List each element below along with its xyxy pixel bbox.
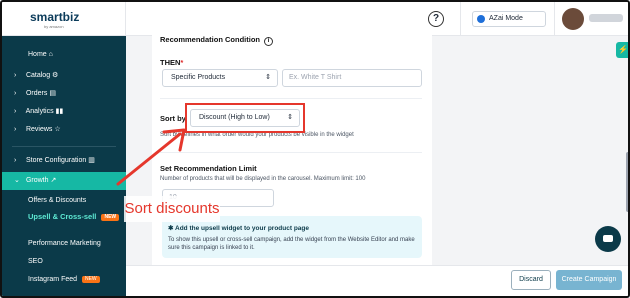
- info-title: ✱ Add the upsell widget to your product …: [168, 224, 309, 232]
- sort-highlight-box: [185, 103, 305, 133]
- scrollbar[interactable]: [626, 152, 628, 212]
- then-label: THEN*: [160, 58, 183, 67]
- sidebar-item-reviews[interactable]: › Reviews ☆: [2, 121, 126, 139]
- then-label-text: THEN: [160, 58, 181, 67]
- app-window: smartbiz by amazon ? AZai Mode Home ⌂ › …: [0, 0, 630, 298]
- sidebar-item-label: Store Configuration: [25, 157, 87, 164]
- sidebar-item-upsell-cross-sell[interactable]: Upsell & Cross-sell NEW: [2, 210, 126, 232]
- brand-logo[interactable]: smartbiz by amazon: [30, 10, 80, 29]
- sidebar-item-home[interactable]: Home ⌂: [2, 46, 126, 64]
- chevron-down-icon: ⌄: [14, 177, 20, 184]
- action-bar: [126, 265, 628, 296]
- sidebar-item-performance-marketing[interactable]: Performance Marketing: [2, 235, 126, 253]
- home-icon: ⌂: [48, 51, 53, 58]
- then-select[interactable]: Specific Products ⇕: [162, 69, 278, 87]
- discard-button[interactable]: Discard: [511, 270, 551, 290]
- widget-icon: ✱: [168, 225, 176, 232]
- product-search-input[interactable]: Ex. White T Shirt: [282, 69, 422, 87]
- sidebar-item-label: SEO: [28, 258, 43, 265]
- sidebar-item-analytics[interactable]: › Analytics ▮▮: [2, 103, 126, 121]
- user-name-redacted[interactable]: [589, 14, 623, 22]
- user-avatar[interactable]: [562, 8, 584, 30]
- azai-mode-label: AZai Mode: [489, 15, 523, 22]
- azai-icon: [477, 15, 485, 23]
- info-icon[interactable]: i: [264, 37, 274, 46]
- sidebar-item-label: Analytics: [25, 108, 54, 115]
- new-badge: NEW: [101, 213, 120, 221]
- sidebar-item-label: Home: [28, 51, 47, 58]
- chevron-right-icon: ›: [14, 126, 17, 133]
- required-asterisk: *: [180, 58, 184, 67]
- topbar-divider: [460, 2, 461, 36]
- chevron-right-icon: ›: [14, 72, 17, 79]
- chevron-right-icon: ›: [14, 157, 17, 164]
- new-badge: NEW: [81, 275, 100, 283]
- help-icon[interactable]: ?: [428, 11, 444, 27]
- chevron-right-icon: ›: [14, 90, 17, 97]
- sidebar-item-label: Catalog: [25, 72, 51, 79]
- brand-logo-text: smartbiz: [30, 10, 80, 24]
- catalog-icon: ⚙: [52, 72, 59, 79]
- star-icon: ☆: [54, 126, 61, 133]
- section-divider: [160, 98, 422, 99]
- sidebar-item-offers-discounts[interactable]: Offers & Discounts: [2, 192, 126, 210]
- sidebar-item-label: Offers & Discounts: [28, 197, 87, 204]
- side-panel-tab-icon[interactable]: ⚡: [616, 42, 628, 58]
- chevron-updown-icon: ⇕: [265, 74, 271, 81]
- condition-title: Recommendation Condition i: [160, 35, 274, 46]
- condition-title-text: Recommendation Condition: [160, 35, 260, 44]
- sidebar-item-catalog[interactable]: › Catalog ⚙: [2, 67, 126, 85]
- brand-logo-sub: by amazon: [44, 24, 64, 29]
- info-title-text: Add the upsell widget to your product pa…: [175, 225, 309, 232]
- sidebar-item-growth[interactable]: ⌄ Growth ↗: [2, 172, 126, 190]
- logo-area: smartbiz by amazon: [2, 2, 126, 36]
- top-bar: smartbiz by amazon ? AZai Mode: [2, 2, 628, 36]
- store-icon: ▥: [88, 157, 95, 164]
- sidebar-item-label: Upsell & Cross-sell: [28, 212, 97, 221]
- sidebar: Home ⌂ › Catalog ⚙ › Orders ▤ › Analytic…: [2, 36, 126, 296]
- sidebar-item-instagram-feed[interactable]: Instagram Feed NEW: [2, 271, 126, 289]
- sidebar-item-seo[interactable]: SEO: [2, 253, 126, 271]
- sidebar-item-label: Orders: [25, 90, 48, 97]
- sidebar-item-orders[interactable]: › Orders ▤: [2, 85, 126, 103]
- product-search-placeholder: Ex. White T Shirt: [289, 74, 342, 81]
- chevron-right-icon: ›: [14, 108, 17, 115]
- sidebar-item-label: Growth: [25, 177, 49, 184]
- chat-icon[interactable]: [595, 226, 621, 252]
- analytics-icon: ▮▮: [55, 108, 64, 115]
- azai-mode-toggle[interactable]: AZai Mode: [472, 11, 546, 27]
- widget-info-box: ✱ Add the upsell widget to your product …: [162, 216, 422, 258]
- sidebar-item-label: Reviews: [25, 126, 53, 133]
- annotation-arrow: [116, 128, 186, 186]
- info-description: To show this upsell or cross-sell campai…: [168, 237, 415, 251]
- sidebar-item-label: Performance Marketing: [28, 240, 101, 247]
- annotation-caption: Sort discounts: [124, 196, 220, 222]
- create-campaign-button[interactable]: Create Campaign: [556, 270, 622, 290]
- sidebar-item-store-configuration[interactable]: › Store Configuration ▥: [2, 152, 126, 170]
- sidebar-item-label: Instagram Feed: [28, 276, 78, 283]
- orders-icon: ▤: [49, 90, 56, 97]
- topbar-divider: [554, 2, 555, 36]
- sidebar-divider: [12, 146, 116, 147]
- then-select-value: Specific Products: [171, 74, 226, 81]
- growth-icon: ↗: [50, 177, 57, 184]
